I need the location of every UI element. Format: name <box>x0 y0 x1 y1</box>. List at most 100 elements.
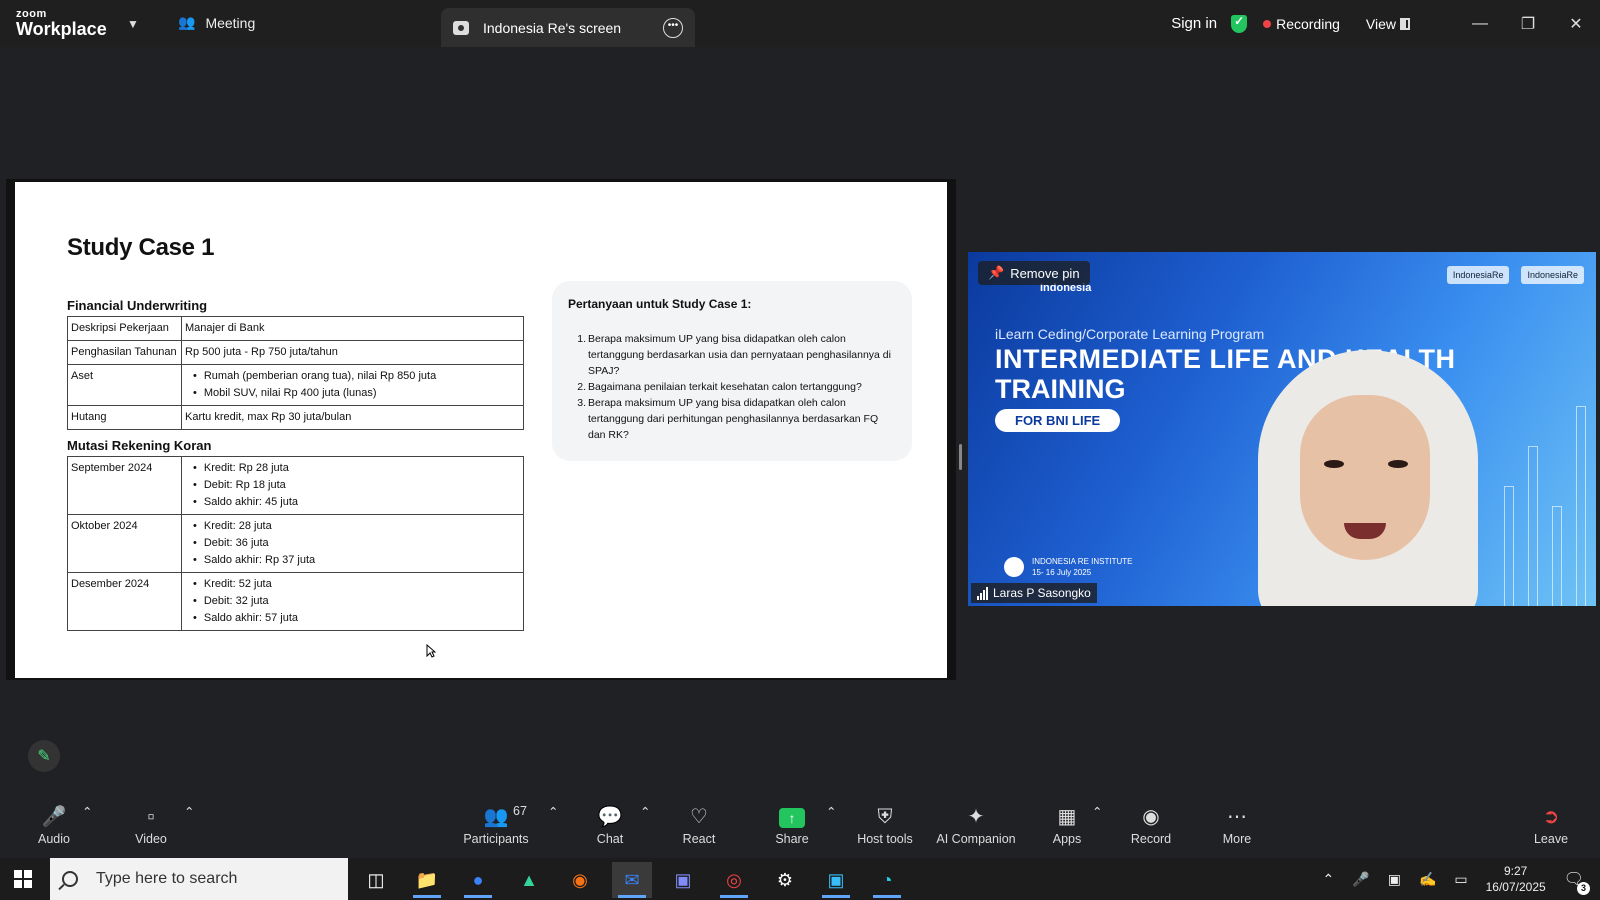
tab-meeting[interactable]: 👥 Meeting <box>178 14 255 31</box>
list-item: Debit: 36 juta <box>193 535 520 552</box>
meeting-toolbar: 🎤 Audio ⌃ ▫ Video ⌃ 👥 Participants 67 ⌃ … <box>0 800 1600 858</box>
search-icon <box>62 871 78 887</box>
institute-dates: 15- 16 July 2025 <box>1032 568 1092 577</box>
people-icon: 👥 <box>178 14 196 30</box>
minimize-icon[interactable]: — <box>1456 15 1504 33</box>
financial-table: Deskripsi Pekerjaan Manajer di Bank Peng… <box>67 316 524 430</box>
signal-strength-icon <box>977 586 988 600</box>
audio-options-caret[interactable]: ⌃ <box>82 804 92 819</box>
share-button[interactable]: ↑ Share <box>775 804 809 846</box>
chat-button[interactable]: 💬 Chat <box>596 804 624 846</box>
google-drive-icon[interactable]: ▲ <box>509 862 549 898</box>
chrome-icon[interactable]: ◎ <box>714 862 754 898</box>
clock-date: 16/07/2025 <box>1485 880 1546 894</box>
remove-pin-button[interactable]: 📌 Remove pin <box>978 261 1090 285</box>
slide-title: Study Case 1 <box>67 234 215 261</box>
notification-count: 3 <box>1577 882 1590 895</box>
split-divider-handle[interactable] <box>959 444 962 470</box>
list-item: Kredit: Rp 28 juta <box>193 460 520 477</box>
participants-count: 67 <box>513 804 527 818</box>
table-cell: Kredit: Rp 28 juta Debit: Rp 18 juta Sal… <box>181 456 524 515</box>
display-icon[interactable]: ▭ <box>1454 871 1467 888</box>
list-item: Debit: Rp 18 juta <box>193 477 520 494</box>
mutasi-table: September 2024 Kredit: Rp 28 juta Debit:… <box>67 456 524 631</box>
sign-in-button[interactable]: Sign in <box>1171 15 1217 32</box>
question-item: 1. Berapa maksimum UP yang bisa didapatka… <box>568 331 896 379</box>
microphone-icon[interactable]: 🎤 <box>1352 871 1369 888</box>
close-icon[interactable]: ✕ <box>1552 14 1600 34</box>
apps-icon: ▦ <box>1057 806 1077 828</box>
video-button[interactable]: ▫ Video <box>132 804 170 846</box>
zoom-app-icon[interactable]: ● <box>458 862 498 898</box>
apps-button[interactable]: ▦ Apps <box>1050 804 1084 846</box>
annotate-pencil-icon[interactable]: ✎ <box>28 740 60 772</box>
edge-icon[interactable]: ◔ <box>867 862 907 898</box>
table-row: Penghasilan Tahunan Rp 500 juta - Rp 750… <box>67 340 524 365</box>
table-cell: Hutang <box>67 405 182 430</box>
video-title-line2: TRAINING <box>995 374 1126 404</box>
react-button[interactable]: ♡ React <box>682 804 716 846</box>
react-label: React <box>682 832 716 846</box>
more-button[interactable]: ⋯ More <box>1220 804 1254 846</box>
record-icon: ◉ <box>1142 806 1160 828</box>
share-options-caret[interactable]: ⌃ <box>826 804 836 819</box>
windows-start-icon[interactable] <box>14 870 32 888</box>
ai-companion-button[interactable]: ✦ AI Companion <box>933 804 1019 846</box>
pen-icon[interactable]: ✍ <box>1419 871 1436 888</box>
table-cell: Penghasilan Tahunan <box>67 340 182 365</box>
file-explorer-icon[interactable]: 📁 <box>407 862 447 898</box>
apps-options-caret[interactable]: ⌃ <box>1092 804 1102 819</box>
record-label: Record <box>1130 832 1172 846</box>
task-view-icon[interactable]: ◫ <box>356 862 396 898</box>
view-layout-icon[interactable] <box>1400 17 1410 30</box>
audio-button[interactable]: 🎤 Audio <box>36 804 72 846</box>
outlook-icon[interactable]: ✉ <box>612 862 652 898</box>
show-hidden-icons-chevron-icon[interactable]: ⌃ <box>1323 871 1335 888</box>
taskbar-clock[interactable]: 9:27 16/07/2025 <box>1486 863 1546 895</box>
chevron-down-icon[interactable]: ▼ <box>127 17 139 31</box>
list-item: Kredit: 52 juta <box>193 576 520 593</box>
view-button[interactable]: View <box>1366 16 1396 32</box>
video-options-caret[interactable]: ⌃ <box>184 804 194 819</box>
participants-label: Participants <box>463 832 529 846</box>
taskbar-search-input[interactable]: Type here to search <box>50 858 348 900</box>
mutasi-section-title: Mutasi Rekening Koran <box>67 438 212 453</box>
tab-meeting-label: Meeting <box>205 14 256 31</box>
chat-options-caret[interactable]: ⌃ <box>640 804 650 819</box>
speaker-video[interactable]: Indonesia IndonesiaRe IndonesiaRe iLearn… <box>968 252 1596 606</box>
notification-center-icon[interactable]: 🗨 3 <box>1564 869 1590 895</box>
table-row: Hutang Kartu kredit, max Rp 30 juta/bula… <box>67 405 524 430</box>
recording-indicator[interactable]: Recording <box>1276 16 1340 32</box>
camera-icon <box>1004 557 1024 577</box>
table-row: Deskripsi Pekerjaan Manajer di Bank <box>67 316 524 341</box>
heart-icon: ♡ <box>690 806 708 828</box>
leave-label: Leave <box>1533 832 1569 846</box>
windows-taskbar: Type here to search ◫ 📁 ● ▲ ◉ ✉ ▣ ◎ ⚙ ▣ … <box>0 858 1600 900</box>
record-button[interactable]: ◉ Record <box>1130 804 1172 846</box>
shield-icon: ⛨ <box>877 806 893 828</box>
question-text: Bagaimana penilaian terkait kesehatan ca… <box>588 381 862 393</box>
table-cell: Kartu kredit, max Rp 30 juta/bulan <box>181 405 524 430</box>
meet-now-icon[interactable]: ▣ <box>1388 871 1401 888</box>
more-options-icon[interactable]: ••• <box>663 17 683 38</box>
host-tools-button[interactable]: ⛨ Host tools <box>855 804 915 846</box>
restore-icon[interactable]: ❐ <box>1504 14 1552 34</box>
leave-button[interactable]: ➲ Leave <box>1533 804 1569 846</box>
list-item: Kredit: 28 juta <box>193 518 520 535</box>
settings-gear-icon[interactable]: ⚙ <box>765 862 805 898</box>
sparkle-icon: ✦ <box>967 806 985 828</box>
video-program-text: iLearn Ceding/Corporate Learning Program <box>995 326 1265 342</box>
teams-icon[interactable]: ▣ <box>663 862 703 898</box>
question-text: Berapa maksimum UP yang bisa didapatkan … <box>588 333 891 377</box>
photos-icon[interactable]: ▣ <box>816 862 856 898</box>
tab-shared-screen[interactable]: Indonesia Re's screen ••• <box>441 8 695 47</box>
firefox-icon[interactable]: ◉ <box>560 862 600 898</box>
zoom-logo: zoom Workplace <box>16 9 107 39</box>
table-cell: September 2024 <box>67 456 182 515</box>
encryption-shield-icon[interactable] <box>1231 14 1248 33</box>
list-item: Saldo akhir: Rp 37 juta <box>193 552 520 569</box>
question-number: 2. <box>577 381 586 393</box>
participants-options-caret[interactable]: ⌃ <box>548 804 558 819</box>
question-item: 2. Bagaimana penilaian terkait kesehatan … <box>568 379 896 395</box>
questions-box: Pertanyaan untuk Study Case 1: 1. Berapa … <box>552 281 912 461</box>
